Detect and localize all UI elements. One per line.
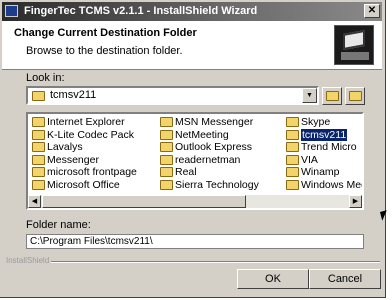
mouse-pointer-icon	[379, 210, 390, 221]
folder-icon	[32, 129, 45, 140]
folder-icon	[160, 167, 173, 177]
close-button[interactable]: ✕	[364, 4, 380, 18]
folder-name-input[interactable]: C:\Program Files\tcmsv211\	[26, 234, 364, 249]
folder-icon	[32, 91, 45, 101]
folder-icon	[160, 129, 173, 140]
folder-icon	[160, 142, 173, 152]
folder-list[interactable]: Internet Explorer K-Lite Codec Pack Lava…	[26, 112, 364, 210]
folder-icon	[286, 179, 299, 190]
ok-button[interactable]: OK	[237, 269, 309, 289]
new-folder-icon	[349, 91, 362, 101]
new-folder-button[interactable]	[345, 87, 365, 105]
folder-name-label: Folder name:	[26, 219, 91, 231]
installer-dialog: FingerTec TCMS v2.1.1 - InstallShield Wi…	[0, 0, 386, 298]
up-one-level-button[interactable]	[322, 87, 342, 105]
folder-icon	[286, 129, 299, 140]
scroll-right-icon[interactable]: ▶	[349, 195, 362, 208]
look-in-value: tcmsv211	[50, 89, 97, 101]
chevron-down-icon[interactable]: ▼	[302, 88, 317, 103]
look-in-label: Look in:	[26, 72, 65, 84]
folder-icon	[32, 154, 45, 165]
scrollbar-thumb[interactable]	[42, 195, 246, 208]
horizontal-scrollbar[interactable]: ◀ ▶	[28, 195, 362, 208]
title-bar[interactable]: FingerTec TCMS v2.1.1 - InstallShield Wi…	[2, 2, 382, 21]
installshield-brand: InstallShield	[6, 256, 52, 265]
installer-app-icon	[5, 5, 18, 17]
look-in-dropdown[interactable]: tcmsv211 ▼	[26, 86, 319, 105]
folder-icon	[32, 142, 45, 152]
folder-icon	[32, 167, 45, 177]
folder-icon	[160, 179, 173, 190]
cancel-button[interactable]: Cancel	[309, 269, 381, 289]
folder-icon	[32, 117, 45, 127]
folder-up-icon	[326, 91, 339, 101]
installshield-footer: InstallShield	[2, 256, 382, 267]
computer-install-icon	[334, 25, 374, 65]
folder-icon	[286, 142, 299, 152]
folder-icon	[160, 117, 173, 127]
folder-icon	[32, 179, 45, 190]
folder-icon	[286, 167, 299, 177]
folder-icon	[160, 154, 173, 165]
window-title: FingerTec TCMS v2.1.1 - InstallShield Wi…	[24, 5, 258, 17]
scroll-left-icon[interactable]: ◀	[28, 195, 41, 208]
header-title: Change Current Destination Folder	[14, 27, 197, 39]
footer-divider	[38, 261, 380, 263]
header-subtitle: Browse to the destination folder.	[26, 45, 183, 57]
dialog-header: Change Current Destination Folder Browse…	[2, 21, 382, 70]
folder-icon	[286, 117, 299, 127]
folder-icon	[286, 154, 299, 165]
